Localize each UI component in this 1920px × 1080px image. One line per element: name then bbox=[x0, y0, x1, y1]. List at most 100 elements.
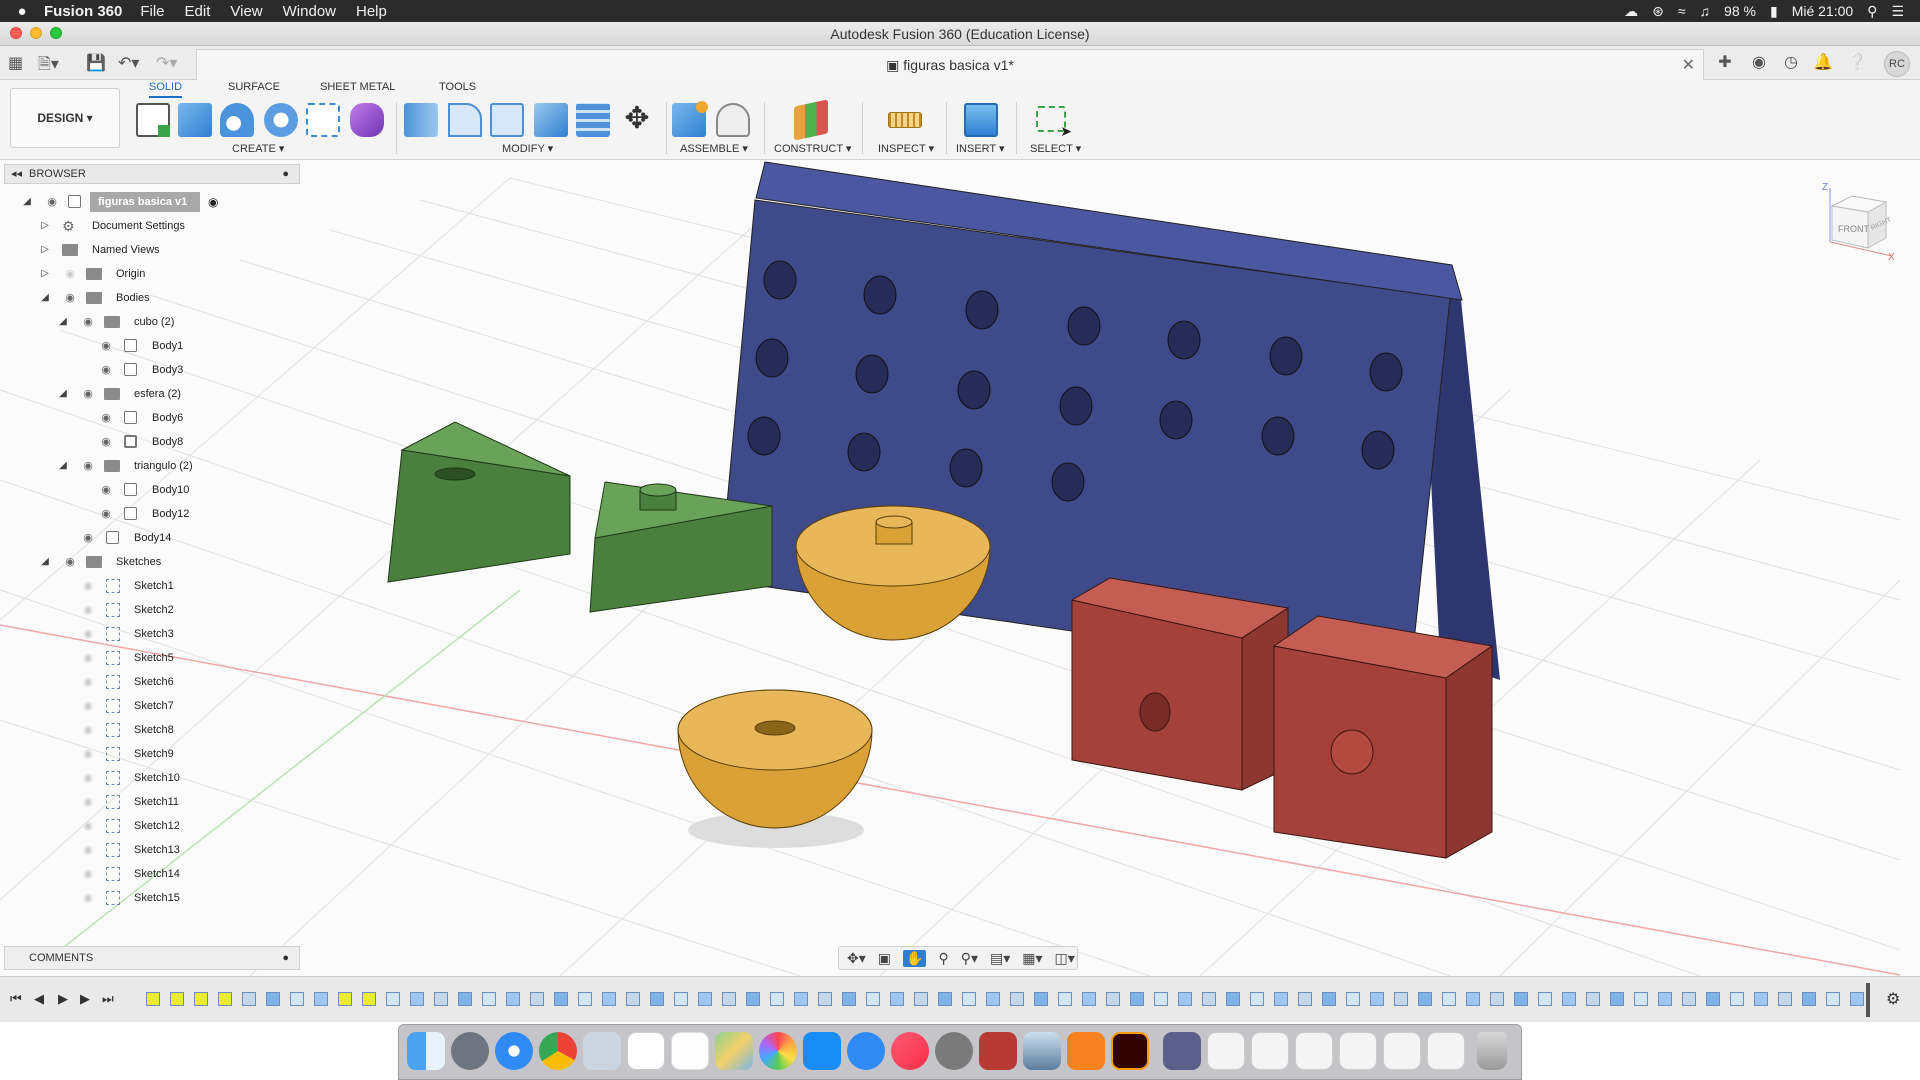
document-stack-icon[interactable] bbox=[1427, 1032, 1465, 1070]
timeline-feature-icon[interactable] bbox=[362, 992, 376, 1006]
system-preferences-icon[interactable] bbox=[935, 1032, 973, 1070]
visibility-eye-icon[interactable]: ◉ bbox=[98, 504, 114, 524]
tab-sheet-metal[interactable]: SHEET METAL bbox=[320, 81, 395, 93]
timeline-feature-icon[interactable] bbox=[290, 992, 304, 1006]
dictionary-icon[interactable] bbox=[979, 1032, 1017, 1070]
timeline-feature-icon[interactable] bbox=[554, 992, 568, 1006]
visibility-eye-icon[interactable]: ◉ bbox=[80, 888, 96, 908]
document-stack-icon[interactable] bbox=[1251, 1032, 1289, 1070]
help-icon[interactable]: ❔ bbox=[1846, 52, 1868, 74]
expand-icon[interactable]: ◢ bbox=[20, 192, 34, 212]
visibility-eye-icon[interactable]: ◉ bbox=[80, 648, 96, 668]
document-stack-icon[interactable] bbox=[1383, 1032, 1421, 1070]
menu-view[interactable]: View bbox=[230, 3, 262, 20]
new-component-icon[interactable] bbox=[672, 101, 708, 137]
timeline-feature-icon[interactable] bbox=[1706, 992, 1720, 1006]
display-settings-icon[interactable]: ▤▾ bbox=[990, 950, 1010, 967]
timeline-feature-icon[interactable] bbox=[1610, 992, 1624, 1006]
visibility-eye-icon[interactable]: ◉ bbox=[62, 288, 78, 308]
timeline-feature-icon[interactable] bbox=[1178, 992, 1192, 1006]
group-construct[interactable]: CONSTRUCT ▾ bbox=[774, 142, 851, 155]
timeline-feature-icon[interactable] bbox=[1850, 992, 1864, 1006]
timeline-feature-icon[interactable] bbox=[794, 992, 808, 1006]
new-tab-icon[interactable]: ✚ bbox=[1714, 52, 1736, 74]
visibility-eye-icon[interactable]: ◉ bbox=[80, 384, 96, 404]
job-status-icon[interactable]: ◷ bbox=[1780, 52, 1802, 74]
timeline-feature-icon[interactable] bbox=[218, 992, 232, 1006]
music-icon[interactable] bbox=[891, 1032, 929, 1070]
tree-item-body6[interactable]: ◉ Body6 bbox=[0, 408, 240, 428]
timeline-feature-icon[interactable] bbox=[1778, 992, 1792, 1006]
document-tab[interactable]: ▣ figuras basica v1* ✕ bbox=[196, 49, 1704, 80]
timeline-feature-icon[interactable] bbox=[1466, 992, 1480, 1006]
extrude-icon[interactable] bbox=[178, 103, 212, 137]
timeline-feature-icon[interactable] bbox=[1682, 992, 1696, 1006]
timeline-feature-icon[interactable] bbox=[890, 992, 904, 1006]
timeline-feature-icon[interactable] bbox=[482, 992, 496, 1006]
tree-item-named-views[interactable]: ▷ Named Views bbox=[0, 240, 240, 260]
activate-radio-icon[interactable]: ◉ bbox=[208, 192, 218, 212]
document-stack-icon[interactable] bbox=[1207, 1032, 1245, 1070]
downloads-stack-icon[interactable] bbox=[1163, 1032, 1201, 1070]
tree-item-sketch[interactable]: ◉ Sketch7 bbox=[0, 696, 240, 716]
timeline-feature-icon[interactable] bbox=[434, 992, 448, 1006]
timeline-feature-icon[interactable] bbox=[1658, 992, 1672, 1006]
visibility-eye-icon[interactable]: ◉ bbox=[98, 408, 114, 428]
timeline-feature-icon[interactable] bbox=[1298, 992, 1312, 1006]
tree-item-sketch[interactable]: ◉ Sketch15 bbox=[0, 888, 240, 908]
tree-item-document-settings[interactable]: ▷ ⚙ Document Settings bbox=[0, 216, 240, 236]
timeline-feature-icon[interactable] bbox=[1010, 992, 1024, 1006]
battery-icon[interactable]: ▮ bbox=[1770, 3, 1778, 20]
timeline-feature-icon[interactable] bbox=[338, 992, 352, 1006]
tree-item-esfera[interactable]: ◢ ◉ esfera (2) bbox=[0, 384, 240, 404]
battery-status[interactable]: 98 % bbox=[1724, 3, 1756, 19]
collapse-panel-icon[interactable]: ◂◂ bbox=[11, 165, 22, 183]
save-icon[interactable]: 💾 bbox=[86, 53, 106, 73]
tree-item-triangulo[interactable]: ◢ ◉ triangulo (2) bbox=[0, 456, 240, 476]
timeline-feature-icon[interactable] bbox=[530, 992, 544, 1006]
illustrator-icon[interactable] bbox=[1111, 1032, 1149, 1070]
group-assemble[interactable]: ASSEMBLE ▾ bbox=[680, 142, 748, 155]
expand-icon[interactable]: ▷ bbox=[38, 216, 52, 236]
notification-center-icon[interactable]: ☰ bbox=[1891, 3, 1904, 20]
timeline-settings-icon[interactable]: ⚙ bbox=[1886, 989, 1900, 1009]
visibility-eye-icon[interactable]: ◉ bbox=[98, 432, 114, 452]
tree-item-origin[interactable]: ▷ ◉ Origin bbox=[0, 264, 240, 284]
create-form-icon[interactable] bbox=[350, 103, 384, 137]
tree-item-body14[interactable]: ◉ Body14 bbox=[0, 528, 240, 548]
tree-item-body8[interactable]: ◉ Body8 bbox=[0, 432, 240, 452]
menu-help[interactable]: Help bbox=[356, 3, 387, 20]
expand-icon[interactable]: ▷ bbox=[38, 240, 52, 260]
timeline-feature-icon[interactable] bbox=[170, 992, 184, 1006]
volume-icon[interactable]: ♫ bbox=[1700, 3, 1711, 19]
group-inspect[interactable]: INSPECT ▾ bbox=[878, 142, 934, 155]
expand-icon[interactable]: ◢ bbox=[38, 288, 52, 308]
tree-item-sketch[interactable]: ◉ Sketch9 bbox=[0, 744, 240, 764]
document-stack-icon[interactable] bbox=[1339, 1032, 1377, 1070]
workspace-switcher[interactable]: DESIGN ▾ bbox=[10, 88, 120, 148]
timeline-feature-icon[interactable] bbox=[866, 992, 880, 1006]
creative-cloud-icon[interactable]: ☁ bbox=[1624, 3, 1638, 20]
timeline-feature-icon[interactable] bbox=[938, 992, 952, 1006]
tree-item-body10[interactable]: ◉ Body10 bbox=[0, 480, 240, 500]
move-copy-icon[interactable]: ✥ bbox=[620, 103, 654, 137]
timeline-feature-icon[interactable] bbox=[1202, 992, 1216, 1006]
visibility-eye-icon[interactable]: ◉ bbox=[80, 864, 96, 884]
preview-icon[interactable] bbox=[583, 1032, 621, 1070]
zoom-icon[interactable]: ⚲ bbox=[938, 950, 948, 967]
tree-item-sketch[interactable]: ◉ Sketch5 bbox=[0, 648, 240, 668]
timeline-feature-icon[interactable] bbox=[1154, 992, 1168, 1006]
app-menu[interactable]: Fusion 360 bbox=[44, 3, 122, 20]
timeline-feature-icon[interactable] bbox=[1034, 992, 1048, 1006]
redo-icon[interactable]: ↷▾ bbox=[156, 53, 177, 73]
menu-window[interactable]: Window bbox=[283, 3, 336, 20]
timeline-marker[interactable] bbox=[1866, 983, 1870, 1017]
timeline-feature-icon[interactable] bbox=[914, 992, 928, 1006]
expand-icon[interactable]: ◢ bbox=[56, 384, 70, 404]
tree-item-sketches[interactable]: ◢ ◉ Sketches bbox=[0, 552, 240, 572]
timeline-feature-icon[interactable] bbox=[674, 992, 688, 1006]
timeline-feature-icon[interactable] bbox=[770, 992, 784, 1006]
data-panel-grid-icon[interactable]: ▦ bbox=[8, 53, 23, 73]
timeline-feature-icon[interactable] bbox=[602, 992, 616, 1006]
expand-icon[interactable]: ▷ bbox=[38, 264, 52, 284]
